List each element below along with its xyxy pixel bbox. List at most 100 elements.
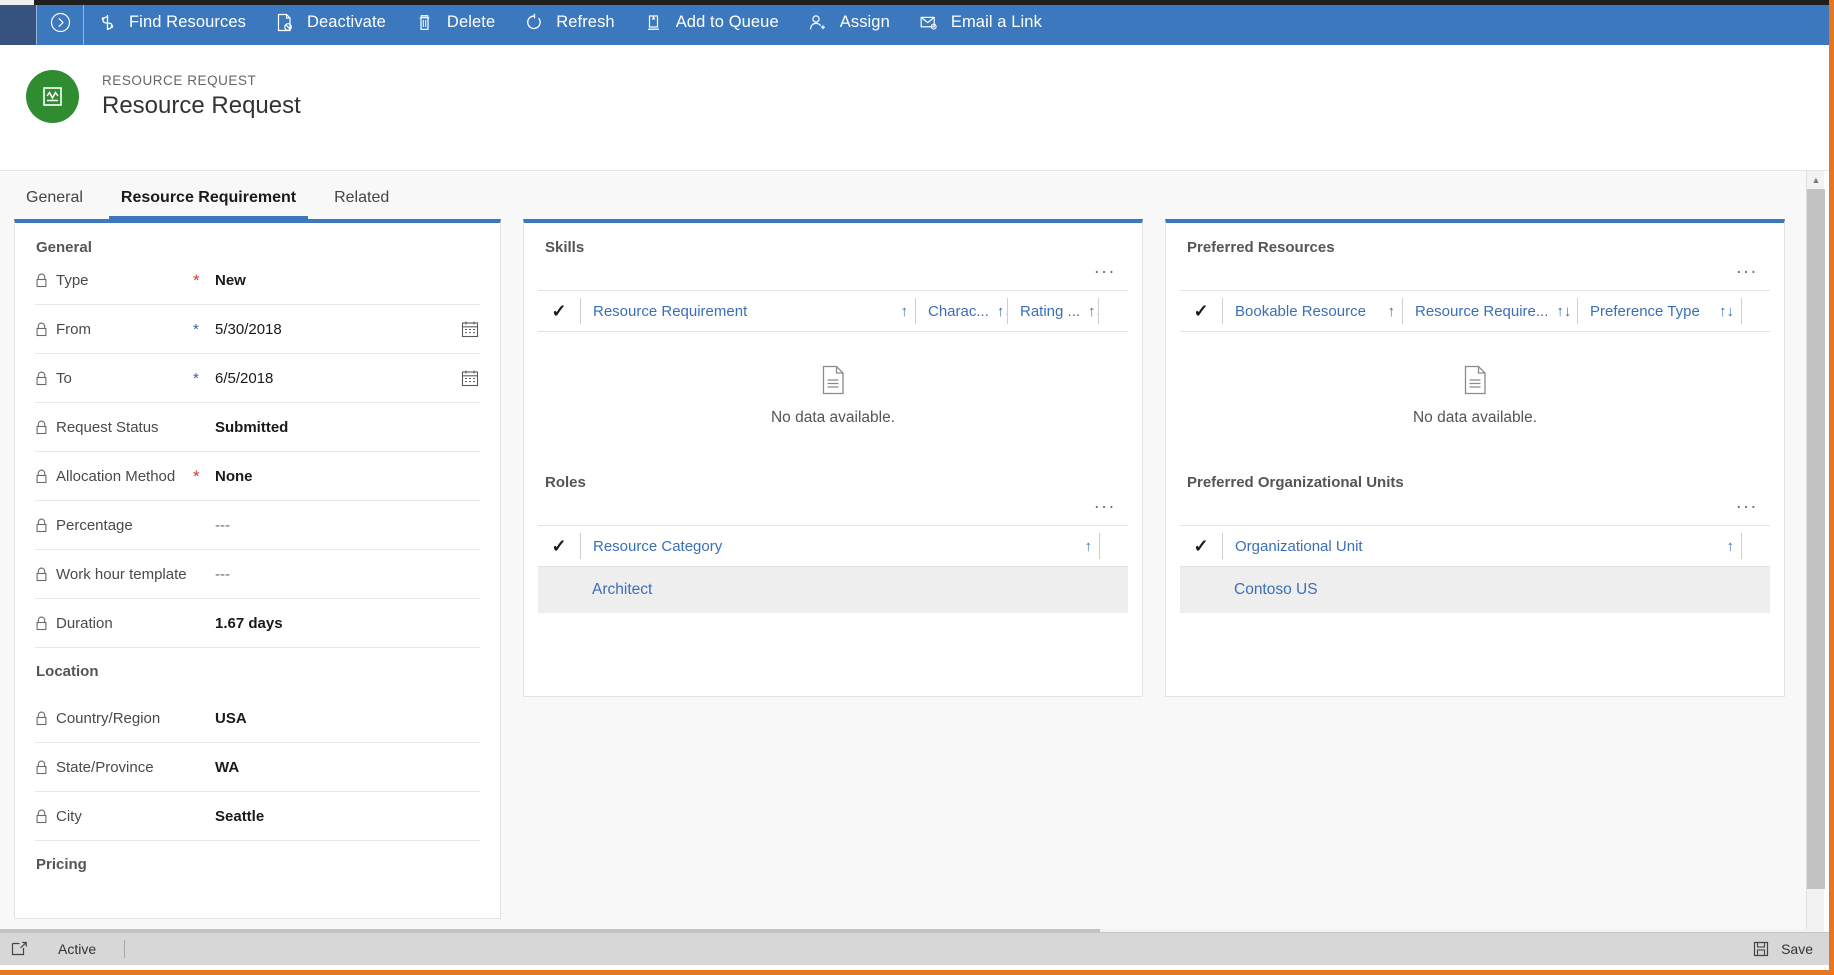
assign-button[interactable]: Assign [795,0,906,45]
email-a-link-button[interactable]: Email a Link [906,0,1058,45]
refresh-button[interactable]: Refresh [511,0,630,45]
skills-grid-header: ✓ Resource Requirement ↑ Charac... ↑↓ Ra… [538,290,1128,332]
required-indicator-from: * [193,320,199,338]
deactivate-label: Deactivate [306,13,386,31]
preferred-resources-column-preference-type[interactable]: Preference Type ↑↓ [1577,298,1742,324]
preferred-resources-more-commands-button[interactable]: ... [1180,256,1770,290]
field-value-duration: 1.67 days [215,614,283,632]
field-label-text-state-province: State/Province [56,758,154,776]
email-link-icon [918,12,940,34]
scroll-up-icon[interactable]: ▲ [1807,171,1825,189]
field-label-state-province: State/Province [35,759,193,776]
field-label-request-status: Request Status [35,419,193,436]
command-bar-left-strip [0,0,36,45]
skills-column-rating[interactable]: Rating ... ↑↓ [1007,298,1099,324]
general-card: General Type * New From * 5/30/2018 To *… [14,219,501,919]
field-label-text-allocation-method: Allocation Method [56,467,176,485]
section-title-preferred-resources: Preferred Resources [1187,239,1335,256]
preferred-resources-subgrid: ... ✓ Bookable Resource ↑ Resource Requi… [1166,256,1784,460]
calendar-icon-to[interactable] [461,369,479,387]
refresh-label: Refresh [556,13,615,31]
deactivate-button[interactable]: Deactivate [262,0,402,45]
field-row-allocation-method[interactable]: Allocation Method * None [35,452,480,501]
preferred-org-units-grid-header: ✓ Organizational Unit ↑ [1180,525,1770,567]
preferred-resources-select-all-checkbox[interactable]: ✓ [1180,301,1222,322]
table-row[interactable]: Contoso US [1180,567,1770,613]
skills-column-label-1: Charac... [928,302,989,320]
roles-column-resource-category[interactable]: Resource Category ↑ [580,533,1100,559]
field-label-work-hour-template: Work hour template [35,566,193,583]
skills-select-all-checkbox[interactable]: ✓ [538,301,580,322]
sort-arrow-icon: ↑ [900,302,909,320]
skills-roles-card: Skills ... ✓ Resource Requirement ↑ Char… [523,219,1143,697]
preferred-resources-column-label-2: Preference Type [1590,302,1700,320]
lock-icon [35,322,48,337]
field-label-allocation-method: Allocation Method [35,468,193,485]
skills-more-commands-button[interactable]: ... [538,256,1128,290]
preferred-org-units-column-organizational-unit[interactable]: Organizational Unit ↑ [1222,533,1742,559]
required-indicator-to: * [193,369,199,387]
field-row-request-status[interactable]: Request Status Submitted [35,403,480,452]
field-value-request-status: Submitted [215,418,289,436]
field-row-to[interactable]: To * 6/5/2018 [35,354,480,403]
roles-select-all-checkbox[interactable]: ✓ [538,536,580,557]
table-row[interactable]: Architect [538,567,1128,613]
calendar-icon-from[interactable] [461,320,479,338]
preferred-org-units-more-commands-button[interactable]: ... [1180,491,1770,525]
roles-cell-resource-category[interactable]: Architect [580,581,652,599]
preferred-resources-column-resource-requirement[interactable]: Resource Require... ↑↓ [1402,298,1577,324]
section-title-pricing: Pricing [36,855,87,873]
skills-column-characteristic[interactable]: Charac... ↑↓ [915,298,1007,324]
required-indicator-allocation-method: * [193,466,200,486]
browser-chrome-strip [0,0,1829,5]
preferred-resources-empty-state: No data available. [1180,332,1770,460]
tab-general[interactable]: General [14,189,95,219]
record-type-label: RESOURCE REQUEST [102,73,257,88]
field-label-text-to: To [56,369,72,387]
find-resources-label: Find Resources [129,13,246,31]
field-row-from[interactable]: From * 5/30/2018 [35,305,480,354]
field-row-country-region[interactable]: Country/Region USA [35,694,480,743]
form-body: General Type * New From * 5/30/2018 To *… [0,219,1816,942]
preferred-resources-grid-header: ✓ Bookable Resource ↑ Resource Require..… [1180,290,1770,332]
vertical-scrollbar-thumb[interactable] [1807,189,1825,889]
vertical-scrollbar[interactable]: ▲ [1806,171,1825,942]
roles-more-commands-button[interactable]: ... [538,491,1128,525]
add-to-queue-icon [643,12,665,34]
field-label-text-request-status: Request Status [56,418,159,436]
preferred-resources-column-bookable-resource[interactable]: Bookable Resource ↑ [1222,298,1402,324]
preferred-org-units-cell-organizational-unit[interactable]: Contoso US [1222,581,1318,599]
sort-arrows-icon: ↑↓ [1556,302,1572,320]
sort-arrow-icon: ↑ [1084,537,1093,555]
find-resources-button[interactable]: Find Resources [84,0,262,45]
chevron-circle-icon[interactable] [37,0,83,45]
skills-empty-text: No data available. [770,409,896,426]
add-to-queue-button[interactable]: Add to Queue [631,0,795,45]
open-in-new-window-icon[interactable] [8,941,30,957]
field-label-percentage: Percentage [35,517,193,534]
delete-button[interactable]: Delete [402,0,511,45]
tab-related[interactable]: Related [322,189,401,219]
delete-label: Delete [446,13,496,31]
lock-icon [35,273,48,288]
field-label-country-region: Country/Region [35,710,193,727]
field-row-city[interactable]: City Seattle [35,792,480,841]
field-row-percentage[interactable]: Percentage --- [35,501,480,550]
field-value-type: New [215,271,246,289]
field-value-state-province: WA [215,758,240,776]
section-title-location: Location [36,662,99,680]
field-row-work-hour-template[interactable]: Work hour template --- [35,550,480,599]
field-row-state-province[interactable]: State/Province WA [35,743,480,792]
preferred-org-units-select-all-checkbox[interactable]: ✓ [1180,536,1222,557]
tab-strip: General Resource Requirement Related [0,171,1816,219]
tab-resource-requirement[interactable]: Resource Requirement [108,189,309,219]
section-title-preferred-org-units: Preferred Organizational Units [1187,474,1404,491]
field-label-text-duration: Duration [56,614,113,632]
skills-column-resource-requirement[interactable]: Resource Requirement ↑ [580,298,915,324]
section-title-roles: Roles [545,474,586,491]
field-row-type[interactable]: Type * New [35,256,480,305]
deactivate-icon [274,12,296,34]
preferred-resources-column-label-0: Bookable Resource [1235,302,1366,320]
save-button[interactable]: Save [1750,941,1829,957]
field-row-duration[interactable]: Duration 1.67 days [35,599,480,648]
